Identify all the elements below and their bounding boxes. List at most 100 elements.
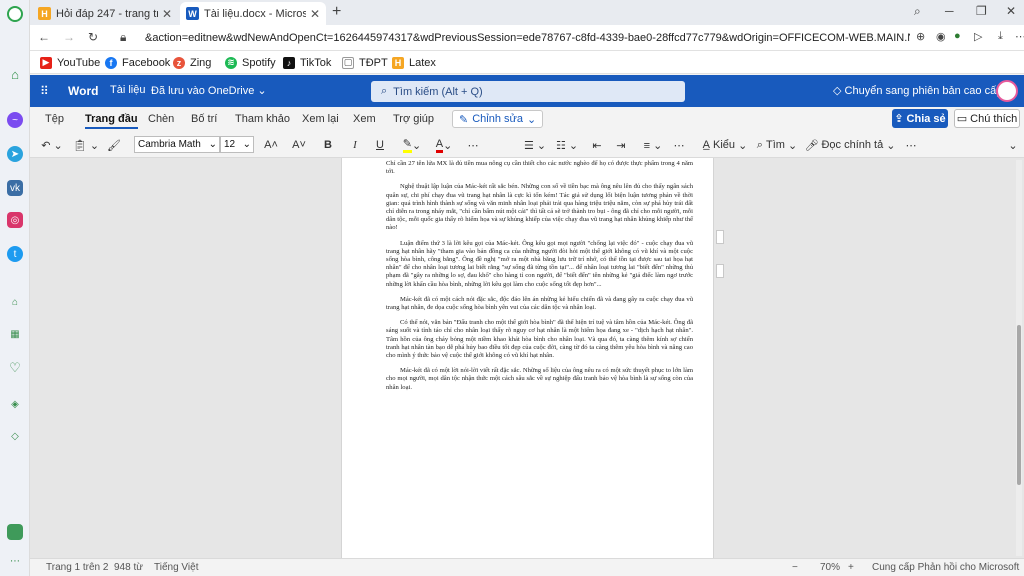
- font-size-select[interactable]: 12 ⌄: [220, 136, 254, 153]
- doc-paragraph[interactable]: Mác-két đã có một lời nói-lời viết rất đ…: [342, 367, 713, 392]
- close-tab-icon[interactable]: ✕: [310, 7, 320, 21]
- search-box[interactable]: ⌕ Tìm kiếm (Alt + Q): [371, 81, 685, 102]
- decrease-indent-icon[interactable]: ⇤: [590, 136, 604, 154]
- apps-icon[interactable]: ▦: [7, 326, 23, 342]
- bookmark-tdpt[interactable]: ▢ TĐPT: [342, 55, 388, 70]
- comments-button[interactable]: ▭ Chú thích: [954, 109, 1020, 128]
- shopping-bag-icon[interactable]: ⌂: [7, 66, 23, 82]
- twitter-icon[interactable]: t: [7, 246, 23, 262]
- bookmark-spotify[interactable]: ≋ Spotify: [225, 55, 276, 70]
- more-paragraph-icon[interactable]: ⋯: [672, 136, 686, 154]
- save-status[interactable]: Đã lưu vào OneDrive ⌄: [151, 84, 267, 97]
- tab-insert[interactable]: Chèn: [148, 113, 174, 125]
- bookmark-tiktok[interactable]: ♪ TikTok: [283, 55, 331, 70]
- feedback-link[interactable]: Cung cấp Phản hồi cho Microsoft: [872, 562, 1019, 573]
- lock-icon[interactable]: 🔒︎: [120, 30, 126, 45]
- vertical-scrollbar[interactable]: [1016, 160, 1022, 556]
- download-icon[interactable]: ⤓: [998, 30, 1003, 43]
- font-name-select[interactable]: Cambria Math ⌄: [134, 136, 220, 153]
- refresh-icon[interactable]: ↻: [88, 30, 98, 44]
- italic-icon[interactable]: I: [348, 136, 362, 154]
- more-font-options-icon[interactable]: ⋯: [466, 136, 480, 154]
- styles-button[interactable]: A̲ Kiểu ⌄: [694, 136, 756, 154]
- increase-indent-icon[interactable]: ⇥: [614, 136, 628, 154]
- games-icon[interactable]: ⌂: [7, 294, 23, 310]
- dictate-button[interactable]: 🎤︎ Đọc chính tả ⌄: [805, 136, 896, 154]
- bullets-icon[interactable]: ☰ ⌄: [524, 136, 546, 154]
- more-options-icon[interactable]: ⋯: [904, 136, 918, 154]
- language[interactable]: Tiếng Việt: [154, 562, 198, 573]
- clipboard-icon[interactable]: 📋︎ ⌄: [73, 136, 99, 154]
- minimize-icon[interactable]: ─: [945, 4, 954, 18]
- comment-marker[interactable]: [716, 264, 724, 278]
- collections-icon[interactable]: ◈: [7, 396, 23, 412]
- document-page[interactable]: Chỉ cần 27 tên lửa MX là đủ tiền mua nôn…: [341, 158, 714, 558]
- collapse-ribbon-icon[interactable]: ⌄: [1007, 136, 1019, 154]
- instagram-icon[interactable]: ◎: [7, 212, 23, 228]
- send-icon[interactable]: ▷: [974, 30, 982, 43]
- bookmark-youtube[interactable]: ▶ YouTube: [40, 55, 100, 70]
- close-window-icon[interactable]: ✕: [1006, 4, 1016, 18]
- camera-icon[interactable]: ◉: [936, 30, 946, 43]
- bold-icon[interactable]: B: [321, 136, 335, 154]
- find-button[interactable]: ⌕ Tìm ⌄: [756, 136, 798, 154]
- url-field[interactable]: &action=editnew&wdNewAndOpenCt=162644597…: [145, 29, 910, 47]
- restore-icon[interactable]: ❐: [976, 4, 987, 18]
- tab-hoidap[interactable]: H Hỏi đáp 247 - trang tra lờ ✕: [32, 2, 178, 25]
- telegram-icon[interactable]: ➤: [7, 146, 23, 162]
- numbering-icon[interactable]: ☷ ⌄: [556, 136, 578, 154]
- document-name[interactable]: Tài liệu: [110, 84, 145, 96]
- menu-icon[interactable]: ⋯: [1015, 30, 1024, 43]
- doc-paragraph[interactable]: Nghệ thuật lập luận của Mác-két rất sắc …: [342, 183, 713, 232]
- doc-paragraph[interactable]: Mác-két đã có một cách nói đặc sắc, độc …: [342, 296, 713, 312]
- share-button[interactable]: ⇪ Chia sẻ: [892, 109, 948, 128]
- tab-review[interactable]: Xem lại: [302, 113, 339, 125]
- edge-logo-icon[interactable]: [7, 6, 23, 22]
- favorites-icon[interactable]: ♡: [7, 360, 23, 376]
- tab-word-doc[interactable]: W Tài liệu.docx - Microsoft W ✕: [180, 2, 326, 25]
- comment-marker[interactable]: [716, 230, 724, 244]
- more-apps-icon[interactable]: ⋯: [7, 553, 23, 569]
- tab-view[interactable]: Xem: [353, 113, 376, 125]
- shrink-font-icon[interactable]: A˅: [292, 136, 306, 154]
- doc-paragraph[interactable]: Có thể nói, văn bản "Đấu tranh cho một t…: [342, 319, 713, 360]
- zoom-in-icon[interactable]: +: [848, 562, 854, 573]
- align-icon[interactable]: ≡ ⌄: [642, 136, 664, 154]
- search-icon[interactable]: ⌕: [914, 4, 921, 19]
- back-icon[interactable]: ←: [38, 30, 50, 44]
- tab-help[interactable]: Trợ giúp: [393, 113, 434, 125]
- extension-icon[interactable]: ●: [954, 30, 961, 42]
- underline-icon[interactable]: U: [373, 136, 387, 154]
- premium-link[interactable]: ◇ Chuyển sang phiên bản cao cấp: [833, 84, 1002, 97]
- zoom-out-icon[interactable]: −: [792, 562, 798, 573]
- format-painter-icon[interactable]: 🖌︎: [106, 136, 122, 154]
- messenger-icon[interactable]: ~: [7, 112, 23, 128]
- doc-paragraph[interactable]: Luận điểm thứ 3 là lời kêu gọi của Mác-k…: [342, 240, 713, 289]
- zoom-icon[interactable]: ⊕: [916, 30, 925, 43]
- close-tab-icon[interactable]: ✕: [162, 7, 172, 21]
- office-icon[interactable]: ◇: [7, 428, 23, 444]
- document-canvas[interactable]: Chỉ cần 27 tên lửa MX là đủ tiền mua nôn…: [30, 158, 1024, 558]
- bookmark-latex[interactable]: H Latex: [392, 55, 436, 70]
- zoom-level[interactable]: 70%: [820, 562, 840, 573]
- tab-references[interactable]: Tham khảo: [235, 113, 290, 125]
- editing-mode-button[interactable]: ✎ Chỉnh sửa ⌄: [452, 110, 544, 128]
- word-count[interactable]: 948 từ: [114, 562, 143, 573]
- undo-icon[interactable]: ↶ ⌄: [40, 136, 64, 154]
- font-color-icon[interactable]: A ⌄: [432, 136, 456, 154]
- avatar[interactable]: [996, 80, 1018, 102]
- tab-layout[interactable]: Bố trí: [191, 113, 217, 125]
- bookmark-zing[interactable]: z Zing: [173, 55, 211, 70]
- vk-icon[interactable]: vk: [7, 180, 23, 196]
- sidebar-app-icon[interactable]: [7, 524, 23, 540]
- app-name[interactable]: Word: [68, 84, 98, 98]
- bookmark-facebook[interactable]: f Facebook: [105, 55, 170, 70]
- new-tab-button[interactable]: +: [332, 3, 341, 21]
- app-launcher-icon[interactable]: ⠿: [40, 84, 49, 98]
- grow-font-icon[interactable]: A˄: [264, 136, 278, 154]
- forward-icon[interactable]: →: [63, 30, 75, 44]
- tab-home[interactable]: Trang đầu: [85, 113, 138, 129]
- scrollbar-thumb[interactable]: [1017, 325, 1021, 485]
- tab-file[interactable]: Tệp: [45, 113, 64, 125]
- doc-paragraph[interactable]: Chỉ cần 27 tên lửa MX là đủ tiền mua nôn…: [342, 160, 713, 176]
